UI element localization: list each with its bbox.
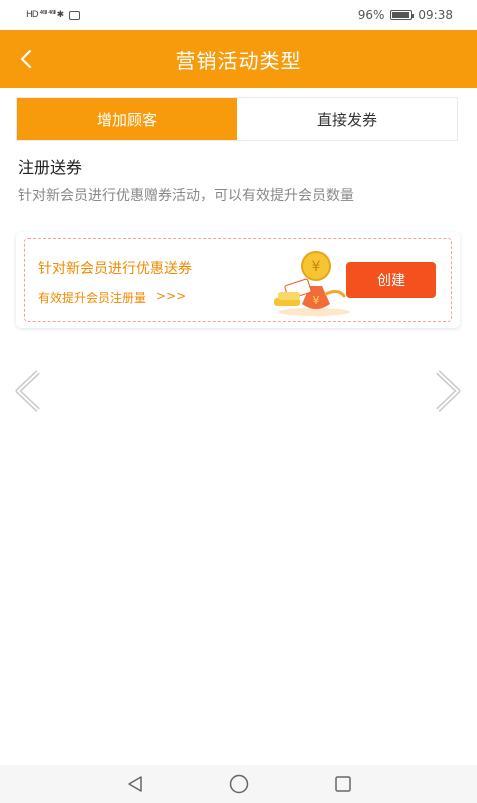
system-nav-bar (0, 765, 477, 803)
promo-headline: 针对新会员进行优惠送券 (38, 261, 192, 277)
back-icon[interactable] (8, 30, 44, 88)
chevron-right-icon[interactable] (430, 368, 466, 414)
nav-home-icon[interactable] (227, 772, 251, 796)
promo-chevrons: >>> (156, 289, 187, 303)
notification-icon (69, 10, 81, 20)
promo-subtext: 有效提升会员注册量 >>> (38, 289, 186, 306)
nav-recent-icon[interactable] (331, 772, 355, 796)
promo-subtext-label: 有效提升会员注册量 (38, 291, 147, 305)
network-indicators: HD ⁴⁶ˡˡˡ ⁴⁶ˡˡˡ ✱ (26, 10, 64, 20)
battery-icon (390, 10, 415, 20)
coin-bag-icon: ¥ ¥ (274, 251, 350, 316)
status-right: 96% 09:38 (358, 8, 453, 22)
promo-card[interactable]: 针对新会员进行优惠送券 有效提升会员注册量 >>> ¥ ¥ 创建 (16, 232, 460, 328)
svg-text:¥: ¥ (313, 294, 320, 307)
tab-add-customers[interactable]: 增加顾客 (17, 98, 237, 140)
app-header: 营销活动类型 (0, 30, 477, 88)
tab-bar: 增加顾客 直接发券 (16, 97, 458, 141)
tab-direct-coupon[interactable]: 直接发券 (237, 98, 457, 140)
section-title: 注册送券 (18, 158, 83, 177)
create-button[interactable]: 创建 (346, 262, 436, 298)
page-title: 营销活动类型 (175, 48, 302, 73)
battery-percent: 96% (357, 8, 385, 22)
section-description: 针对新会员进行优惠赠券活动，可以有效提升会员数量 (18, 188, 354, 204)
svg-text:¥: ¥ (312, 259, 321, 275)
status-indicators: HD ⁴⁶ˡˡˡ ⁴⁶ˡˡˡ ✱ (26, 10, 81, 20)
nav-back-icon[interactable] (123, 772, 147, 796)
status-bar: HD ⁴⁶ˡˡˡ ⁴⁶ˡˡˡ ✱ 96% 09:38 (0, 0, 477, 30)
chevron-left-icon[interactable] (10, 368, 46, 414)
clock: 09:38 (418, 8, 453, 22)
